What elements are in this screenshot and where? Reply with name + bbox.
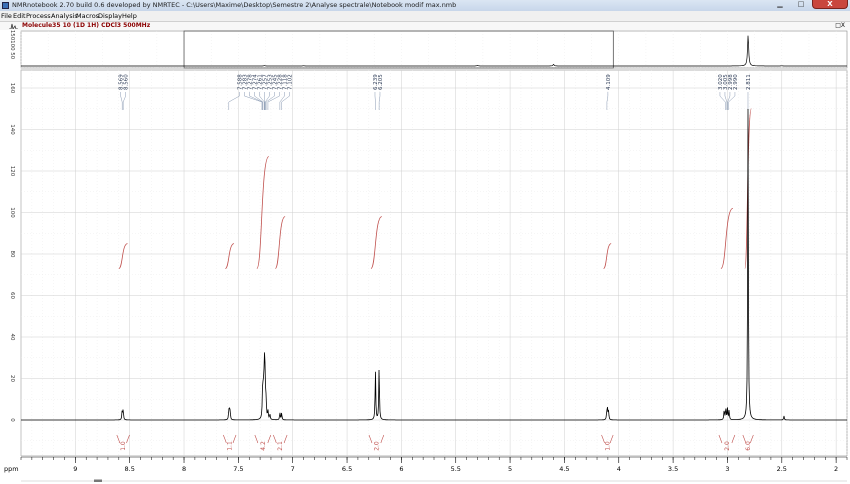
close-icon: X	[813, 0, 847, 9]
close-button[interactable]: X	[812, 0, 848, 9]
peak-label: 8.560	[124, 74, 130, 90]
x-tick-label: 6.5	[342, 465, 352, 473]
y-tick-label: 160	[9, 83, 15, 94]
spectrum-frame[interactable]: 50100150 020406080100120140160 8.5698.56…	[0, 30, 850, 482]
overview-y-tick-label: 100	[9, 40, 15, 51]
x-tick-label: 2	[834, 465, 838, 473]
menu-bar: File Edit Process Analysis Macros Displa…	[0, 11, 850, 21]
y-tick-label: 0	[9, 418, 15, 422]
maximize-icon: □	[791, 0, 811, 9]
y-tick-label: 60	[9, 292, 15, 299]
integral-value-label: 1.1	[227, 441, 234, 451]
x-tick-label: 6	[399, 465, 403, 473]
y-tick-label: 80	[9, 251, 15, 258]
menu-file[interactable]: File	[1, 12, 12, 20]
x-tick-label: 3	[725, 465, 729, 473]
nmr-spectrum-chart[interactable]: 50100150 020406080100120140160 8.5698.56…	[0, 30, 850, 482]
integral-value-label: 1.0	[120, 441, 127, 451]
overview-y-axis: 50100150	[9, 30, 15, 60]
peak-label: 2.990	[733, 74, 739, 90]
overview-y-tick-label: 150	[9, 30, 15, 41]
peak-label: 7.102	[287, 74, 293, 90]
integral-value-label: 6.0	[745, 441, 752, 451]
x-tick-label: 5.5	[451, 465, 461, 473]
integral-value-label: 1.0	[604, 441, 611, 451]
x-tick-label: 8	[182, 465, 186, 473]
menu-help[interactable]: Help	[122, 12, 137, 20]
x-tick-label: 9	[73, 465, 77, 473]
integral-value-label: 2.0	[373, 441, 380, 451]
spectrum-icon	[9, 23, 18, 29]
x-tick-label: 4.5	[559, 465, 569, 473]
x-tick-label: 2.5	[777, 465, 787, 473]
document-window-controls[interactable]: □X	[835, 22, 845, 29]
menu-process[interactable]: Process	[26, 12, 51, 20]
menu-edit[interactable]: Edit	[13, 12, 26, 20]
peak-label: 4.109	[606, 74, 612, 90]
x-tick-label: 8.5	[125, 465, 135, 473]
integral-value-label: 4.2	[260, 441, 267, 451]
menu-display[interactable]: Display	[98, 12, 122, 20]
document-title: Molecule35 10 (1D 1H) CDCl3 500MHz	[22, 22, 150, 29]
integral-value-label: 2.0	[724, 441, 731, 451]
x-tick-label: 5	[508, 465, 512, 473]
y-tick-label: 40	[9, 334, 15, 341]
maximize-button[interactable]: □	[791, 0, 811, 9]
window-title: NMRnotebook 2.70 build 0.6 developed by …	[12, 1, 456, 9]
peak-label: 6.205	[378, 74, 384, 90]
peak-label: 2.811	[746, 74, 752, 90]
x-axis: 9 8.5 8 7.5 7 6.5 6 5.5 5 4.5 4 3.5 3 2.5 2	[0, 456, 850, 482]
integral-value-label: 2.1	[277, 441, 284, 451]
y-tick-label: 120	[9, 166, 15, 177]
menu-macros[interactable]: Macros	[76, 12, 99, 20]
x-tick-label: 7	[291, 465, 295, 473]
minimize-button[interactable]: ▁	[770, 0, 790, 9]
x-tick-label: 3.5	[668, 465, 678, 473]
y-tick-label: 140	[9, 124, 15, 135]
x-tick-label: 4	[617, 465, 621, 473]
overview-panel[interactable]	[21, 31, 847, 68]
x-tick-label: 7.5	[233, 465, 243, 473]
y-tick-label: 100	[9, 207, 15, 218]
minimize-icon: ▁	[770, 0, 790, 9]
menu-analysis[interactable]: Analysis	[51, 12, 78, 20]
app-icon	[2, 2, 9, 9]
overview-y-tick-label: 50	[9, 52, 15, 59]
y-tick-label: 20	[9, 375, 15, 382]
x-axis-label: ppm	[4, 465, 19, 473]
